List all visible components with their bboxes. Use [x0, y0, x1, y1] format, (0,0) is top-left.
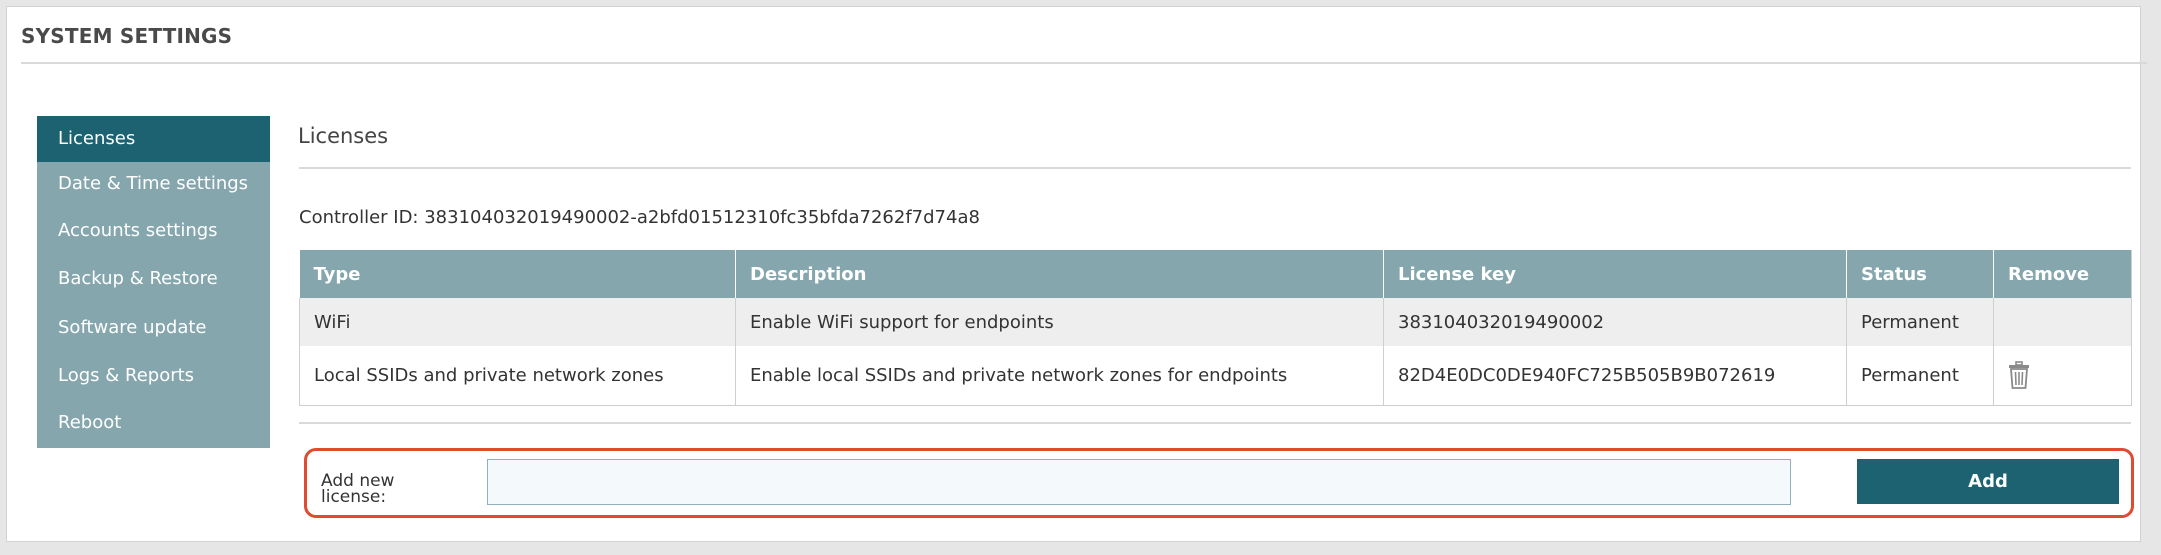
add-license-section: Add new license: Add — [304, 448, 2134, 518]
table-divider — [299, 422, 2131, 424]
sidebar-item-logs-reports[interactable]: Logs & Reports — [37, 353, 270, 399]
table-row: WiFi Enable WiFi support for endpoints 3… — [299, 298, 2132, 346]
section-title: Licenses — [298, 124, 389, 148]
cell-remove — [1993, 346, 2132, 406]
sidebar-item-backup-restore[interactable]: Backup & Restore — [37, 256, 270, 302]
system-settings-panel: SYSTEM SETTINGS Licenses Date & Time set… — [6, 6, 2147, 542]
cell-type: WiFi — [299, 298, 736, 346]
section-divider — [299, 167, 2131, 169]
controller-id-line: Controller ID: 383104032019490002-a2bfd0… — [299, 207, 980, 228]
cell-remove — [1993, 298, 2132, 346]
add-license-label: Add new license: — [321, 471, 395, 507]
add-license-button[interactable]: Add — [1857, 459, 2119, 504]
cell-license-key: 383104032019490002 — [1383, 298, 1847, 346]
trash-icon[interactable] — [2008, 361, 2030, 390]
page-title: SYSTEM SETTINGS — [21, 24, 233, 48]
title-divider — [21, 62, 2147, 64]
licenses-table: Type Description License key Status Remo… — [299, 250, 2132, 406]
column-header-license-key: License key — [1383, 250, 1847, 298]
sidebar-item-reboot[interactable]: Reboot — [37, 400, 270, 446]
controller-id-label: Controller ID: — [299, 207, 419, 228]
sidebar-item-software-update[interactable]: Software update — [37, 305, 270, 351]
sidebar-item-date-time-settings[interactable]: Date & Time settings — [37, 161, 270, 207]
sidebar-item-accounts-settings[interactable]: Accounts settings — [37, 208, 270, 254]
cell-description: Enable local SSIDs and private network z… — [735, 346, 1384, 406]
cell-status: Permanent — [1846, 298, 1994, 346]
column-header-type: Type — [299, 250, 736, 298]
sidebar-item-licenses[interactable]: Licenses — [37, 116, 270, 162]
cell-license-key: 82D4E0DC0DE940FC725B505B9B072619 — [1383, 346, 1847, 406]
column-header-remove: Remove — [1993, 250, 2132, 298]
table-row: Local SSIDs and private network zones En… — [299, 346, 2132, 406]
cell-type: Local SSIDs and private network zones — [299, 346, 736, 406]
table-header-row: Type Description License key Status Remo… — [299, 250, 2132, 298]
cell-status: Permanent — [1846, 346, 1994, 406]
column-header-description: Description — [735, 250, 1384, 298]
license-key-input[interactable] — [487, 459, 1791, 505]
settings-sidebar: Licenses Date & Time settings Accounts s… — [37, 116, 270, 448]
cell-description: Enable WiFi support for endpoints — [735, 298, 1384, 346]
controller-id-value: 383104032019490002-a2bfd01512310fc35bfda… — [424, 207, 980, 228]
column-header-status: Status — [1846, 250, 1994, 298]
